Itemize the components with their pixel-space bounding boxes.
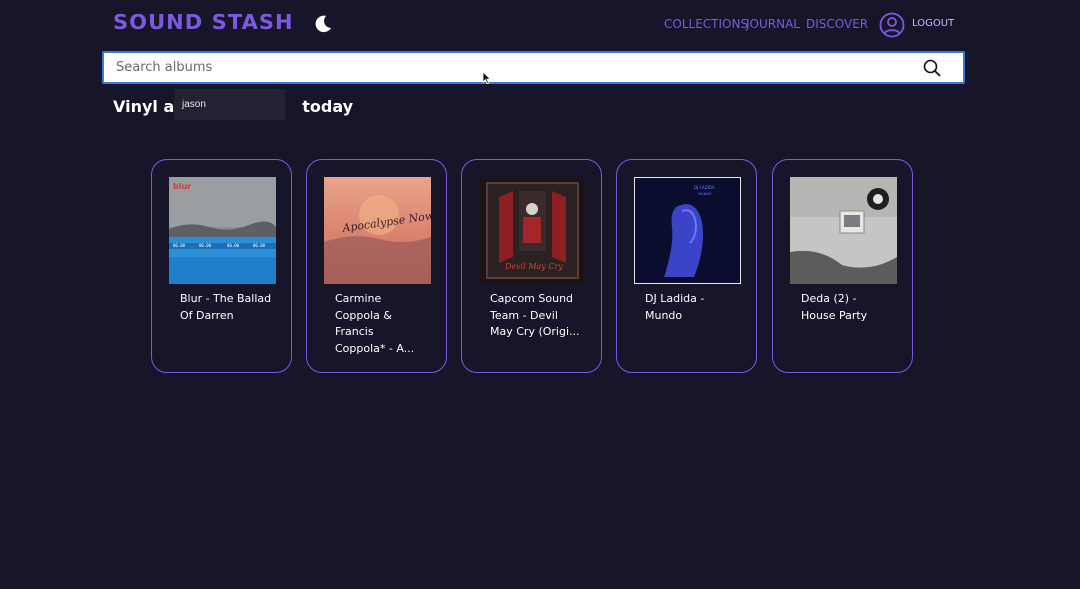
search-icon[interactable]	[923, 59, 941, 77]
album-title: DJ Ladida - Mundo	[645, 292, 705, 322]
album-title: Blur - The Ballad Of Darren	[180, 292, 272, 322]
svg-text:00.00: 00.00	[173, 243, 186, 248]
heading-text-right: today	[302, 97, 354, 116]
album-cover: DJ LADIDA MUNDO	[634, 177, 741, 284]
svg-text:Devil May Cry: Devil May Cry	[504, 262, 563, 271]
album-card[interactable]: blur 00.00 00.00 00.00 00.00 Blur - The Bal…	[151, 159, 292, 373]
album-title: Deda (2) - House Party	[801, 292, 868, 322]
moon-icon[interactable]	[312, 13, 334, 35]
svg-text:MUNDO: MUNDO	[698, 192, 712, 196]
svg-text:00.00: 00.00	[199, 243, 212, 248]
search-input[interactable]	[104, 53, 916, 82]
album-card[interactable]: DJ LADIDA MUNDO DJ Ladida - Mundo	[616, 159, 757, 373]
logout-link[interactable]: LOGOUT	[912, 18, 954, 29]
svg-text:blur: blur	[173, 182, 191, 191]
album-cover: blur 00.00 00.00 00.00 00.00	[169, 177, 276, 284]
album-cover: Apocalypse Now	[324, 177, 431, 284]
site-logo[interactable]: SOUND STASH	[113, 10, 294, 34]
nav-discover[interactable]: DISCOVER	[806, 17, 868, 31]
svg-text:00.00: 00.00	[227, 243, 240, 248]
nav-collections[interactable]: COLLECTIONS	[664, 17, 748, 31]
album-card[interactable]: Deda (2) - House Party	[772, 159, 913, 373]
autocomplete-suggestion[interactable]: jason	[174, 89, 285, 120]
user-circle-icon[interactable]	[879, 12, 905, 38]
mouse-cursor-icon	[482, 71, 492, 85]
album-card[interactable]: Apocalypse Now Carmine Coppola & Francis…	[306, 159, 447, 373]
album-title: Capcom Sound Team - Devil May Cry (Origi…	[490, 292, 580, 338]
header: SOUND STASH COLLECTIONS JOURNAL DISCOVER…	[0, 0, 1080, 50]
nav-journal[interactable]: JOURNAL	[746, 17, 800, 31]
album-cover	[790, 177, 897, 284]
svg-text:00.00: 00.00	[253, 243, 266, 248]
search-bar	[102, 51, 965, 84]
album-card[interactable]: Devil May Cry Capcom Sound Team - Devil …	[461, 159, 602, 373]
album-cover: Devil May Cry	[479, 177, 586, 284]
svg-text:DJ LADIDA: DJ LADIDA	[694, 185, 715, 190]
album-title: Carmine Coppola & Francis Coppola* - A..…	[335, 292, 415, 355]
